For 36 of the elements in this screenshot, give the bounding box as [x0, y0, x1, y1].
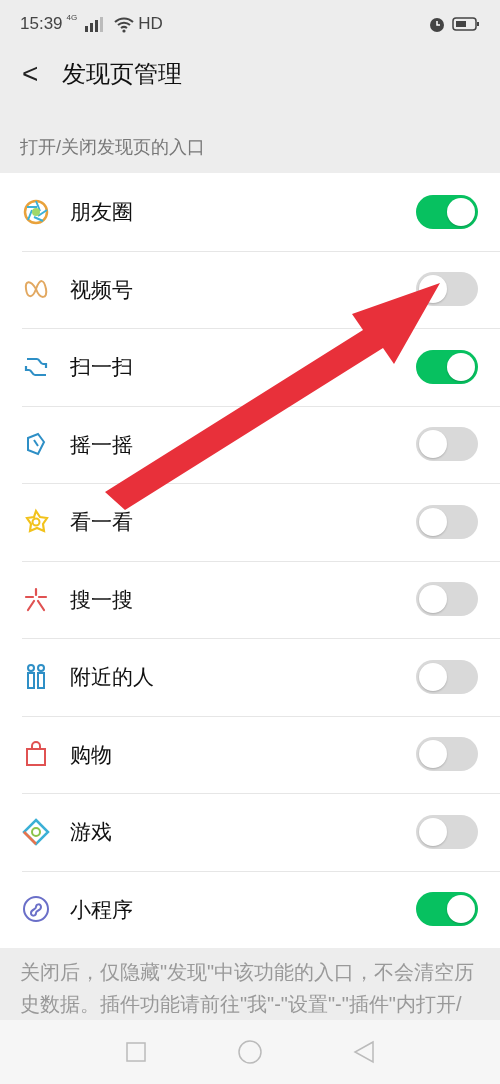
- back-icon: [353, 1040, 375, 1064]
- footer-note: 关闭后，仅隐藏"发现"中该功能的入口，不会清空历史数据。插件功能请前往"我"-"设置"-"插件"内打开/: [19, 960, 476, 1017]
- toggle-switch[interactable]: [416, 737, 478, 772]
- item-label: 看一看: [70, 509, 134, 535]
- home-icon: [237, 1039, 263, 1065]
- toggle-switch[interactable]: [416, 582, 478, 617]
- toggle-switch[interactable]: [416, 892, 478, 927]
- toggle-switch[interactable]: [416, 427, 478, 462]
- item-label: 小程序: [70, 896, 134, 923]
- toggle-switch[interactable]: [416, 814, 478, 849]
- camera-shutter-icon: [22, 197, 50, 226]
- item-label: 购物: [70, 741, 113, 768]
- toggle-switch[interactable]: [416, 349, 478, 384]
- item-label: 摇一摇: [70, 431, 134, 458]
- item-label: 附近的人: [70, 664, 155, 690]
- toggle-switch[interactable]: [416, 194, 478, 229]
- link-icon: [22, 895, 50, 924]
- recents-icon: [125, 1041, 147, 1063]
- status-time: 15:39: [20, 13, 63, 36]
- toggle-switch[interactable]: [416, 659, 478, 694]
- alarm-icon: [428, 15, 446, 33]
- item-label: 朋友圈: [70, 199, 134, 225]
- battery-icon: [452, 16, 480, 32]
- page-title: 发现页管理: [62, 59, 183, 89]
- item-label: 视频号: [70, 276, 134, 303]
- section-label: 打开/关闭发现页的入口: [19, 136, 206, 159]
- item-label: 搜一搜: [70, 586, 134, 613]
- hd-label: HD: [138, 13, 163, 36]
- item-label: 游戏: [70, 819, 113, 845]
- toggle-switch[interactable]: [416, 504, 478, 539]
- item-label: 扫一扫: [70, 354, 134, 380]
- wifi-icon: [113, 15, 136, 33]
- back-button[interactable]: <: [18, 60, 43, 88]
- spark-icon: [22, 585, 50, 614]
- network-type: 4G: [66, 12, 78, 24]
- diamond-icon: [22, 817, 50, 846]
